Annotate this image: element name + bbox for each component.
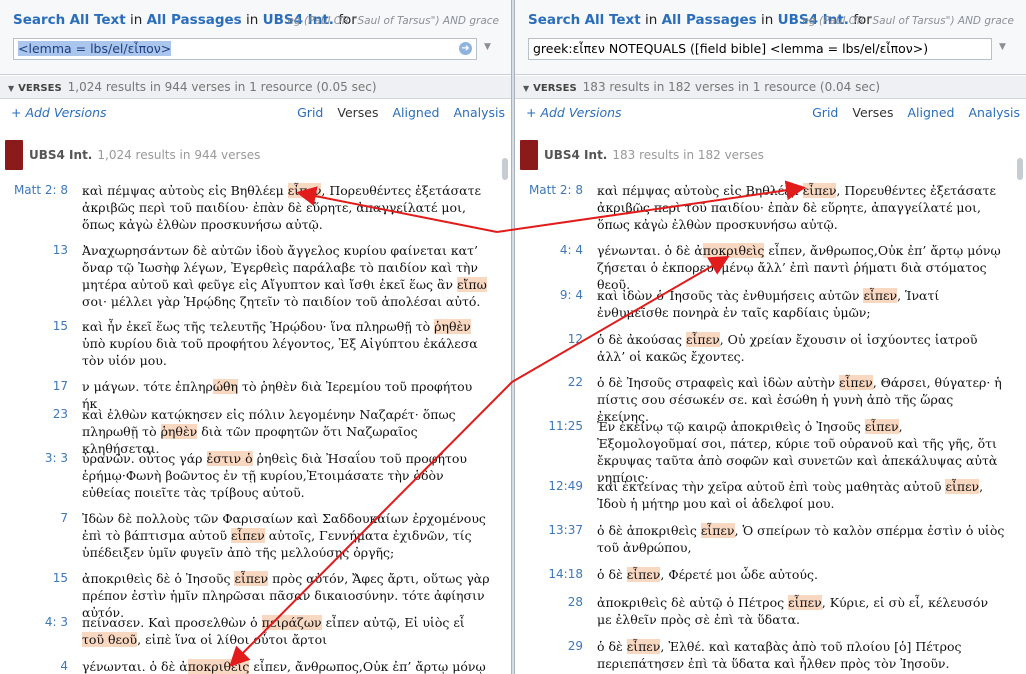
verses-section-bar[interactable]: ▼ VERSES 1,024 results in 944 verses in 1 … — [0, 76, 511, 99]
scrollbar-thumb[interactable] — [1017, 158, 1023, 180]
verse-text: ὁ δὲ ἀκούσας εἶπεν, Οὐ χρείαν ἔχουσιν οἱ… — [597, 332, 978, 364]
resource-count: 1,024 results in 944 verses — [97, 148, 261, 162]
all-text-link[interactable]: All Text — [70, 12, 126, 28]
verse-text: καὶ ἰδὼν ὁ Ἰησοῦς τὰς ἐνθυμήσεις αὐτῶν ε… — [597, 288, 940, 320]
book-icon — [520, 140, 538, 170]
in-label: in — [246, 12, 259, 28]
verse-reference[interactable]: 12:49 — [519, 478, 583, 495]
verses-section-bar[interactable]: ▼ VERSES 183 results in 182 verses in 1 re… — [515, 76, 1026, 99]
verse-text: ὑρανῶν. οὗτος γάρ ἐστιν ὁ ῥηθεὶς διὰ Ἠσα… — [82, 451, 468, 500]
search-input[interactable]: <lemma = lbs/el/εἶπον> ➜ — [13, 38, 477, 60]
view-toolbar: + Add Versions Grid Verses Aligned Analysis — [0, 99, 511, 127]
tab-verses[interactable]: Verses — [337, 105, 378, 120]
verse-reference[interactable]: 13:37 — [519, 522, 583, 539]
results-summary: 1,024 results in 944 verses in 1 resourc… — [67, 80, 377, 94]
left-search-pane: Search All Text in All Passages in UBS4 … — [0, 0, 511, 674]
tab-verses[interactable]: Verses — [852, 105, 893, 120]
history-dropdown-icon[interactable]: ▼ — [999, 42, 1006, 52]
book-icon — [5, 140, 23, 170]
tab-analysis[interactable]: Analysis — [453, 105, 505, 120]
results-summary: 183 results in 182 verses in 1 resource … — [582, 80, 881, 94]
resource-name: UBS4 Int. — [544, 148, 608, 162]
verse-reference[interactable]: 12 — [519, 331, 583, 348]
all-text-link[interactable]: All Text — [585, 12, 641, 28]
verse-reference[interactable]: 4: 4 — [519, 242, 583, 259]
tab-aligned[interactable]: Aligned — [393, 105, 440, 120]
verse-reference[interactable]: 28 — [519, 594, 583, 611]
verse-reference[interactable]: Matt 2: 8 — [4, 182, 68, 199]
search-hint: eg (Paul OR "Saul of Tarsus") AND grace — [287, 15, 499, 27]
search-input[interactable]: greek:εἶπεν NOTEQUALS ([field bible] <le… — [528, 38, 992, 60]
in-label: in — [130, 12, 143, 28]
verse-text: γένωνται. ὁ δὲ ἀποκριθεὶς εἶπεν, ἄνθρωπο… — [82, 659, 486, 674]
verse-reference[interactable]: 17 — [4, 378, 68, 395]
all-passages-link[interactable]: All Passages — [662, 12, 757, 28]
in-label: in — [645, 12, 658, 28]
verse-reference[interactable]: 23 — [4, 406, 68, 423]
verse-text: ὁ δὲ ἀποκριθεὶς εἶπεν, Ὁ σπείρων τὸ καλὸ… — [597, 523, 1005, 555]
resource-header[interactable]: UBS4 Int. 183 results in 182 verses — [520, 140, 1026, 170]
view-toolbar: + Add Versions Grid Verses Aligned Analysis — [515, 99, 1026, 127]
verse-text: καὶ πέμψας αὐτοὺς εἰς Βηθλέεμ εἶπεν, Πορ… — [82, 183, 481, 232]
collapse-triangle-icon[interactable]: ▼ — [523, 84, 529, 93]
scrollbar-thumb[interactable] — [502, 158, 508, 180]
verse-reference[interactable]: 14:18 — [519, 566, 583, 583]
resource-count: 183 results in 182 verses — [612, 148, 764, 162]
verse-reference[interactable]: 13 — [4, 242, 68, 259]
verse-text: καὶ ἐκτείνας τὴν χεῖρα αὐτοῦ ἐπὶ τοὺς μα… — [597, 479, 984, 511]
add-versions-button[interactable]: + Add Versions — [11, 99, 107, 127]
verse-text: ὁ δὲ εἶπεν, Φέρετέ μοι ὧδε αὐτούς. — [597, 567, 818, 582]
verse-text: γένωνται. ὁ δὲ ἀποκριθεὶς εἶπεν, ἄνθρωπο… — [597, 243, 1001, 292]
view-tabs: Grid Verses Aligned Analysis — [798, 99, 1020, 127]
verse-reference[interactable]: 15 — [4, 318, 68, 335]
verse-reference[interactable]: 11:25 — [519, 418, 583, 435]
verse-reference[interactable]: 22 — [519, 374, 583, 391]
tab-analysis[interactable]: Analysis — [968, 105, 1020, 120]
add-versions-button[interactable]: + Add Versions — [526, 99, 622, 127]
scrollbar[interactable] — [501, 150, 509, 670]
search-link[interactable]: Search — [528, 12, 580, 28]
right-search-pane: Search All Text in All Passages in UBS4 … — [515, 0, 1026, 674]
scrollbar[interactable] — [1016, 150, 1024, 670]
resource-name: UBS4 Int. — [29, 148, 93, 162]
search-link[interactable]: Search — [13, 12, 65, 28]
verse-reference[interactable]: 3: 3 — [4, 450, 68, 467]
verse-text: ἀποκριθεὶς δὲ αὐτῷ ὁ Πέτρος εἶπεν, Κύριε… — [597, 595, 989, 627]
verse-reference[interactable]: 9: 4 — [519, 287, 583, 304]
verse-reference[interactable]: 7 — [4, 510, 68, 527]
resource-header[interactable]: UBS4 Int. 1,024 results in 944 verses — [5, 140, 511, 170]
verse-text: Ἐν ἐκείνῳ τῷ καιρῷ ἀποκριθεὶς ὁ Ἰησοῦς ε… — [597, 419, 998, 485]
history-dropdown-icon[interactable]: ▼ — [484, 42, 491, 52]
search-header: Search All Text in All Passages in UBS4 … — [0, 0, 511, 75]
verse-text: ὁ δὲ εἶπεν, Ἐλθέ. καὶ καταβὰς ἀπὸ τοῦ πλ… — [597, 639, 962, 671]
verse-text: Ἰδὼν δὲ πολλοὺς τῶν Φαρισαίων καὶ Σαδδου… — [82, 511, 486, 560]
verse-reference[interactable]: Matt 2: 8 — [519, 182, 583, 199]
verse-text: καὶ πέμψας αὐτοὺς εἰς Βηθλέεμ εἶπεν, Πορ… — [597, 183, 996, 232]
tab-grid[interactable]: Grid — [297, 105, 323, 120]
go-arrow-icon[interactable]: ➜ — [459, 42, 472, 55]
verse-reference[interactable]: 4 — [4, 658, 68, 674]
view-tabs: Grid Verses Aligned Analysis — [283, 99, 505, 127]
verses-label: VERSES — [533, 83, 577, 94]
search-header: Search All Text in All Passages in UBS4 … — [515, 0, 1026, 75]
tab-aligned[interactable]: Aligned — [908, 105, 955, 120]
verse-reference[interactable]: 15 — [4, 570, 68, 587]
verses-label: VERSES — [18, 83, 62, 94]
verse-reference[interactable]: 4: 3 — [4, 614, 68, 631]
verse-text: Ἀναχωρησάντων δὲ αὐτῶν ἰδοὺ ἄγγελος κυρί… — [82, 243, 487, 309]
search-query-text: <lemma = lbs/el/εἶπον> — [18, 41, 172, 56]
verse-text: καὶ ἦν ἐκεῖ ἕως τῆς τελευτῆς Ἡρῴδου· ἵνα… — [82, 319, 478, 368]
verse-text: πείνασεν. Καὶ προσελθὼν ὁ πειράζων εἶπεν… — [82, 615, 465, 647]
search-query-text: greek:εἶπεν NOTEQUALS ([field bible] <le… — [533, 41, 929, 56]
search-hint: eg (Paul OR "Saul of Tarsus") AND grace — [802, 15, 1014, 27]
all-passages-link[interactable]: All Passages — [147, 12, 242, 28]
in-label: in — [761, 12, 774, 28]
verse-reference[interactable]: 29 — [519, 638, 583, 655]
tab-grid[interactable]: Grid — [812, 105, 838, 120]
collapse-triangle-icon[interactable]: ▼ — [8, 84, 14, 93]
